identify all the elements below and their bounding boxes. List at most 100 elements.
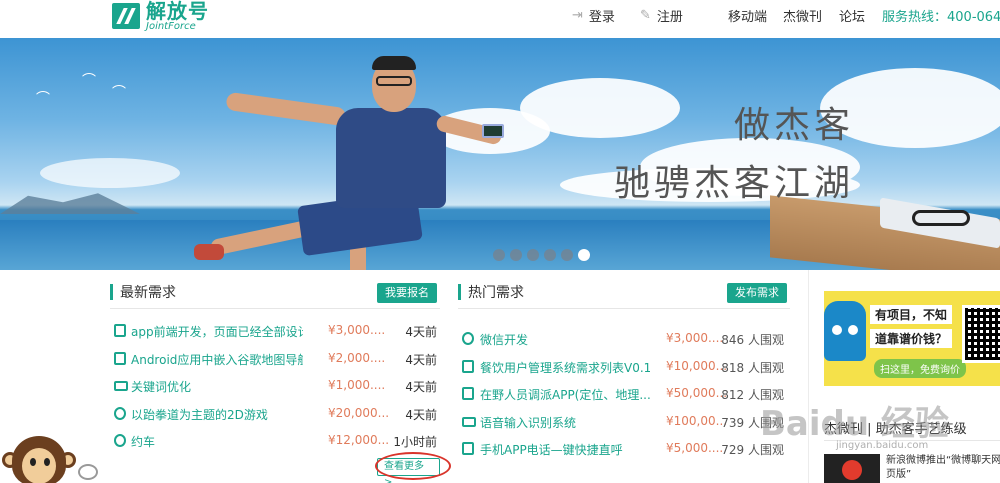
- nav-weekly[interactable]: 杰微刊: [783, 6, 822, 25]
- demand-name[interactable]: 餐饮用户管理系统需求列表V0.1: [480, 359, 650, 376]
- demand-views: 846 人围观: [721, 333, 784, 347]
- mascot-icon: [824, 301, 866, 361]
- wechat-icon: [114, 434, 126, 447]
- cloud-shape: [520, 78, 680, 138]
- right-sidebar: 有项目，不知 道靠谱价钱？ 扫这里，免费询价 杰微刊 | 助杰客手艺练级 新浪微…: [808, 270, 1000, 483]
- qr-code-icon: [962, 305, 1000, 363]
- banner-slogan-1: 做杰客: [733, 105, 854, 146]
- article-title-line-2: 页版”: [886, 469, 912, 480]
- demand-price: ¥50,000...: [666, 386, 728, 400]
- chat-bubble-icon[interactable]: [78, 464, 98, 480]
- demand-name[interactable]: 关键词优化: [131, 378, 191, 395]
- hot-demands-panel: 热门需求 发布需求 微信开发 ¥3,000.... 846 人围观 餐饮用户管理…: [458, 270, 790, 483]
- pencil-icon: ✎: [640, 8, 651, 23]
- carousel-dots: [493, 249, 590, 261]
- post-demand-button[interactable]: 发布需求: [727, 283, 787, 303]
- list-item[interactable]: Android应用中嵌入谷歌地图导航... ¥2,000.... 4天前: [110, 346, 440, 374]
- login-label: 登录: [588, 10, 615, 25]
- seagull-icon: ⌒: [36, 91, 50, 107]
- gamepad-icon: [114, 406, 126, 420]
- demand-price: ¥20,000...: [328, 405, 390, 420]
- weekly-article-item[interactable]: 新浪微博推出“微博聊天网 页版”: [824, 452, 1000, 483]
- ad-headline-1: 有项目，不知: [870, 305, 953, 324]
- demand-time: 4天前: [405, 352, 437, 367]
- list-item[interactable]: 约车 ¥12,000... 1小时前: [110, 428, 440, 456]
- demand-name[interactable]: 语音输入识别系统: [480, 414, 576, 431]
- monitor-icon: [114, 381, 128, 391]
- baidu-watermark-url: jingyan.baidu.com: [836, 440, 929, 451]
- demand-name[interactable]: 手机APP电话—键快捷直呼: [480, 441, 623, 458]
- wechat-icon: [462, 332, 474, 345]
- demand-name[interactable]: app前端开发，页面已经全部设计好: [131, 323, 303, 340]
- printer-icon: [462, 359, 474, 373]
- hero-person: [194, 48, 520, 270]
- banner-slogan-2: 驰骋杰客江湖: [613, 163, 854, 204]
- ad-headline-2: 道靠谱价钱？: [870, 329, 953, 348]
- logo-text-cn: 解放号: [146, 0, 209, 23]
- latest-demands-panel: 最新需求 我要报名 app前端开发，页面已经全部设计好 ¥3,000.... 4…: [110, 270, 440, 483]
- carousel-dot[interactable]: [527, 249, 539, 261]
- hot-demands-list: 微信开发 ¥3,000.... 846 人围观 餐饮用户管理系统需求列表V0.1…: [458, 326, 790, 464]
- demand-name[interactable]: 在野人员调派APP(定位、地理...: [480, 386, 650, 403]
- service-hotline: 服务热线：400-064-0: [882, 10, 1000, 25]
- list-item[interactable]: 语音输入识别系统 ¥100,00... 739 人围观: [458, 409, 790, 437]
- list-item[interactable]: 手机APP电话—键快捷直呼 ¥5,000.... 729 人围观: [458, 436, 790, 464]
- demand-price: ¥3,000....: [666, 331, 724, 345]
- baidu-watermark: Baidu 经验: [760, 404, 949, 444]
- hot-demands-title: 热门需求: [468, 285, 524, 301]
- mountain-shape: [0, 193, 140, 214]
- demand-price: ¥2,000....: [328, 350, 386, 365]
- nav-mobile[interactable]: 移动端: [728, 6, 767, 25]
- demand-views: 818 人围观: [721, 360, 784, 375]
- login-link[interactable]: ⇥ 登录: [572, 6, 615, 25]
- demand-time: 4天前: [405, 380, 437, 394]
- logo-text-en: JointForce: [146, 20, 196, 32]
- login-icon: ⇥: [572, 8, 583, 23]
- hero-banner[interactable]: ⌒ ⌒ ⌒ 做杰客 驰骋杰客江湖: [0, 38, 1000, 270]
- demand-price: ¥10,000...: [666, 358, 728, 373]
- carousel-dot[interactable]: [510, 249, 522, 261]
- cloud-shape: [40, 158, 180, 188]
- demand-name[interactable]: 约车: [131, 433, 155, 450]
- nav-forum[interactable]: 论坛: [839, 6, 865, 25]
- demand-name[interactable]: 以跆拳道为主题的2D游戏: [131, 406, 268, 423]
- demand-price: ¥5,000....: [666, 441, 724, 455]
- demand-name[interactable]: 微信开发: [480, 331, 528, 348]
- demand-price: ¥100,00...: [666, 413, 728, 428]
- demand-time: 4天前: [405, 407, 437, 422]
- carousel-dot[interactable]: [544, 249, 556, 261]
- phone-icon: [114, 351, 126, 365]
- list-item[interactable]: 以跆拳道为主题的2D游戏 ¥20,000... 4天前: [110, 401, 440, 429]
- list-item[interactable]: 餐饮用户管理系统需求列表V0.1 ¥10,000... 818 人围观: [458, 354, 790, 382]
- site-logo[interactable]: 解放号 JointForce: [112, 0, 209, 32]
- demand-time: 4天前: [405, 325, 437, 339]
- phone-icon: [462, 387, 474, 400]
- carousel-dot[interactable]: [561, 249, 573, 261]
- weibo-icon: [824, 454, 880, 483]
- list-item[interactable]: 在野人员调派APP(定位、地理... ¥50,000... 812 人围观: [458, 381, 790, 409]
- register-label: 注册: [656, 10, 683, 25]
- demand-price: ¥1,000....: [328, 378, 386, 392]
- demand-price: ¥3,000....: [328, 323, 386, 337]
- price-inquiry-ad[interactable]: 有项目，不知 道靠谱价钱？ 扫这里，免费询价: [824, 291, 1000, 386]
- highlight-circle: [375, 452, 451, 480]
- carousel-dot-active[interactable]: [578, 249, 590, 261]
- seagull-icon: ⌒: [112, 85, 126, 101]
- seagull-icon: ⌒: [82, 73, 96, 89]
- demand-name[interactable]: Android应用中嵌入谷歌地图导航...: [131, 351, 303, 368]
- monkey-mascot-icon[interactable]: [0, 432, 80, 483]
- list-item[interactable]: 微信开发 ¥3,000.... 846 人围观: [458, 326, 790, 354]
- phone-icon: [482, 124, 504, 138]
- latest-demands-list: app前端开发，页面已经全部设计好 ¥3,000.... 4天前 Android…: [110, 318, 440, 456]
- register-link[interactable]: ✎ 注册: [640, 6, 683, 25]
- monitor-icon: [462, 416, 476, 427]
- logo-mark-icon: [112, 3, 140, 29]
- list-item[interactable]: app前端开发，页面已经全部设计好 ¥3,000.... 4天前: [110, 318, 440, 346]
- phone-icon: [114, 324, 126, 337]
- site-header: 解放号 JointForce ⇥ 登录 ✎ 注册 移动端 杰微刊 论坛 服务热线…: [0, 0, 1000, 38]
- carousel-dot[interactable]: [493, 249, 505, 261]
- phone-icon: [462, 442, 474, 455]
- list-item[interactable]: 关键词优化 ¥1,000.... 4天前: [110, 373, 440, 401]
- apply-button[interactable]: 我要报名: [377, 283, 437, 303]
- glasses-shape: [912, 210, 970, 226]
